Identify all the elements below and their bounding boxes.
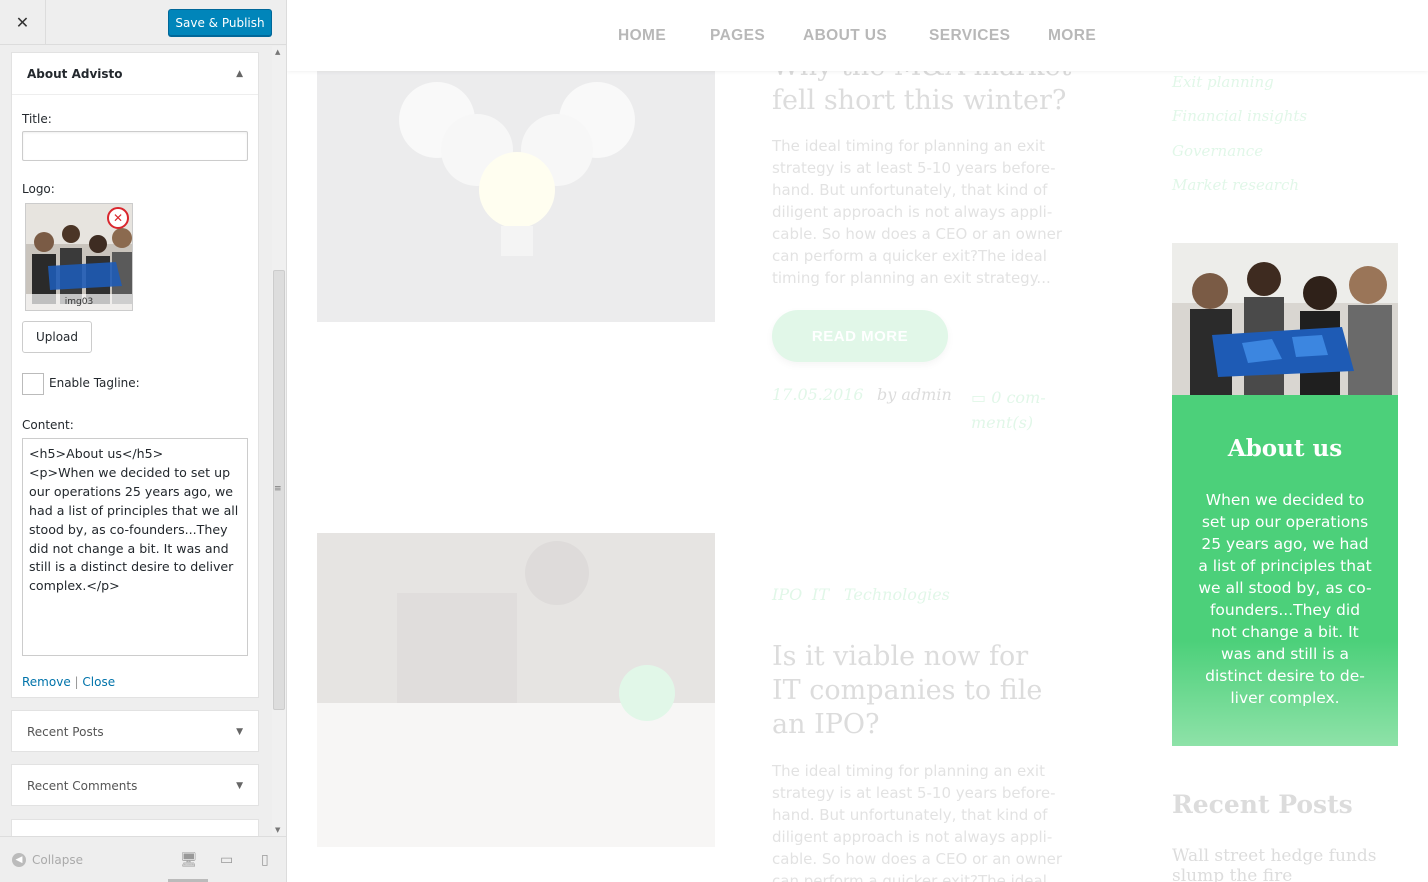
collapse-button[interactable]: ◀ Collapse bbox=[12, 853, 83, 867]
tag-technologies[interactable]: Technologies bbox=[844, 585, 950, 604]
category-governance[interactable]: Governance bbox=[1172, 142, 1263, 160]
recent-posts-widget-card[interactable]: Recent Posts ▼ bbox=[11, 710, 259, 752]
title-input[interactable] bbox=[22, 131, 248, 161]
collapse-label: Collapse bbox=[32, 853, 83, 867]
expand-arrow-icon[interactable]: ▼ bbox=[236, 727, 243, 737]
widget-title: Recent Posts bbox=[27, 725, 104, 739]
nav-about-us[interactable]: ABOUT US bbox=[803, 27, 887, 45]
post-image-laptop[interactable] bbox=[317, 533, 715, 847]
customizer-sidebar: ✕ Save & Publish About Advisto ▲ Title: … bbox=[0, 0, 287, 882]
tag-it[interactable]: IT bbox=[812, 585, 829, 604]
remove-logo-icon[interactable]: ✕ bbox=[107, 207, 129, 229]
about-panel: About us When we decided to set up our o… bbox=[1172, 395, 1398, 746]
customizer-footer: ◀ Collapse 🖥 ▭ ▯ bbox=[0, 836, 286, 882]
resize-handle-icon[interactable]: ≡ bbox=[274, 484, 282, 494]
recent-post-link[interactable]: Wall street hedge funds slump the fire bbox=[1172, 846, 1428, 882]
site-navigation: HOME PAGES ABOUT US SERVICES MORE bbox=[287, 0, 1428, 71]
team-photo-image bbox=[1172, 243, 1398, 395]
post1-title-line2[interactable]: fell short this winter? bbox=[772, 84, 1066, 118]
post2-title[interactable]: Is it viable now for IT companies to fil… bbox=[772, 640, 1062, 742]
next-widget-card[interactable] bbox=[11, 819, 259, 836]
nav-pages[interactable]: PAGES bbox=[710, 27, 765, 45]
laptop-photo-image bbox=[317, 533, 715, 847]
tag-ipo[interactable]: IPO bbox=[772, 585, 802, 604]
enable-tagline-checkbox[interactable] bbox=[22, 373, 44, 395]
post-image-lightbulb[interactable] bbox=[317, 40, 715, 322]
category-financial-insights[interactable]: Financial insights bbox=[1172, 107, 1307, 125]
widget-title: Recent Comments bbox=[27, 779, 138, 793]
about-widget-header[interactable]: About Advisto ▲ bbox=[12, 53, 258, 95]
about-widget-card: About Advisto ▲ Title: Logo: img03 ✕ Upl… bbox=[11, 52, 259, 698]
save-publish-button[interactable]: Save & Publish bbox=[168, 9, 272, 36]
logo-caption: img03 bbox=[26, 294, 132, 310]
expand-arrow-icon[interactable]: ▼ bbox=[236, 781, 243, 791]
nav-services[interactable]: SERVICES bbox=[929, 27, 1010, 45]
customizer-header: ✕ Save & Publish bbox=[0, 0, 286, 45]
about-us-widget[interactable]: About us When we decided to set up our o… bbox=[1172, 243, 1398, 746]
read-more-button[interactable]: READ MORE bbox=[772, 310, 948, 362]
recent-comments-widget-card[interactable]: Recent Comments ▼ bbox=[11, 764, 259, 806]
collapse-icon: ◀ bbox=[12, 853, 26, 867]
category-exit-planning[interactable]: Exit planning bbox=[1172, 73, 1274, 91]
post2-excerpt: The ideal timing for planning an exit st… bbox=[772, 762, 1063, 882]
widget-actions: Remove | Close bbox=[22, 675, 115, 689]
sidebar-scrollbar[interactable]: ▲ ▼ bbox=[272, 46, 286, 836]
tablet-preview-icon[interactable]: ▭ bbox=[220, 852, 233, 868]
close-customizer-button[interactable]: ✕ bbox=[0, 0, 46, 45]
scroll-up-icon[interactable]: ▲ bbox=[275, 48, 280, 56]
post1-excerpt: The ideal timing for planning an exit st… bbox=[772, 137, 1063, 287]
lightbulb-image bbox=[317, 40, 715, 322]
nav-home[interactable]: HOME bbox=[618, 27, 666, 45]
mobile-preview-icon[interactable]: ▯ bbox=[261, 852, 269, 868]
widget-title: About Advisto bbox=[27, 66, 123, 81]
post1-comments[interactable]: ▭ 0 com-ment(s) bbox=[971, 385, 1081, 435]
category-market-research[interactable]: Market research bbox=[1172, 176, 1299, 194]
title-label: Title: bbox=[22, 112, 52, 126]
comment-icon: ▭ bbox=[971, 388, 992, 407]
widgets-panel: About Advisto ▲ Title: Logo: img03 ✕ Upl… bbox=[0, 46, 272, 836]
about-photo bbox=[1172, 243, 1398, 395]
content-textarea[interactable]: <h5>About us</h5> <p>When we decided to … bbox=[22, 438, 248, 656]
upload-button[interactable]: Upload bbox=[22, 321, 92, 353]
content-label: Content: bbox=[22, 418, 74, 432]
about-text: When we decided to set up our operations… bbox=[1198, 491, 1372, 707]
remove-link[interactable]: Remove bbox=[22, 675, 71, 689]
desktop-preview-icon[interactable]: 🖥 bbox=[180, 852, 198, 868]
tagline-label: Enable Tagline: bbox=[49, 376, 140, 390]
recent-posts-heading: Recent Posts bbox=[1172, 790, 1353, 819]
link-separator: | bbox=[74, 675, 79, 689]
logo-label: Logo: bbox=[22, 182, 55, 196]
collapse-arrow-icon[interactable]: ▲ bbox=[236, 69, 243, 79]
about-heading: About us bbox=[1227, 435, 1343, 462]
post1-date: 17.05.2016 bbox=[772, 385, 864, 404]
site-preview: HOME PAGES ABOUT US SERVICES MORE Why th… bbox=[287, 0, 1428, 882]
scroll-down-icon[interactable]: ▼ bbox=[275, 826, 280, 834]
post1-author[interactable]: by admin bbox=[877, 385, 952, 404]
nav-more[interactable]: MORE bbox=[1048, 27, 1096, 45]
close-link[interactable]: Close bbox=[82, 675, 115, 689]
